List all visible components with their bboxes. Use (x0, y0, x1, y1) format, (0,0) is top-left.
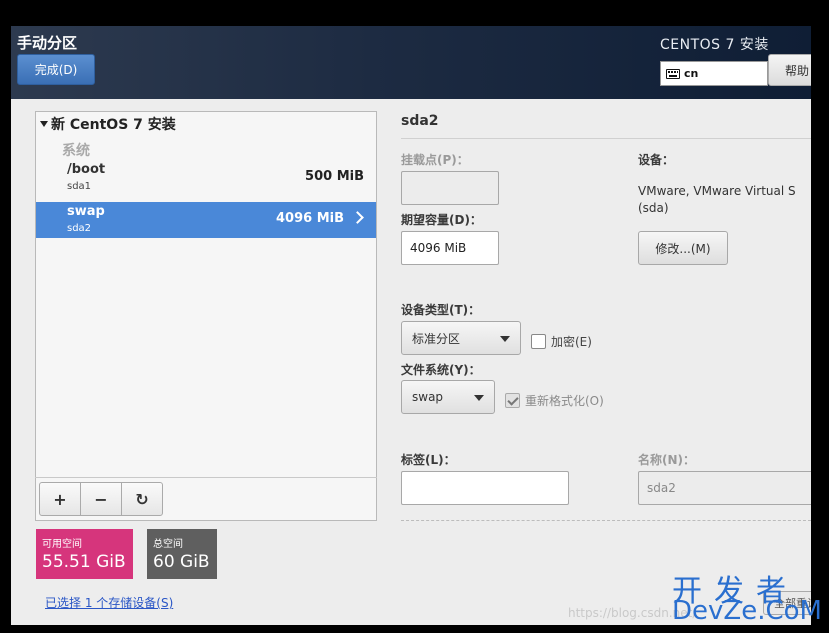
keyboard-layout-indicator[interactable]: cn (660, 61, 768, 86)
watermark-logo: 开发者 DevZe.CoM (672, 566, 822, 628)
modify-button[interactable]: 修改...(M) (638, 231, 728, 265)
add-partition-button[interactable]: + (39, 482, 81, 516)
total-space-badge: 总空间 60 GiB (147, 529, 217, 579)
partition-item-boot[interactable]: /boot sda1 500 MiB (36, 160, 376, 196)
filesystem-select[interactable]: swap (401, 380, 495, 414)
filesystem-value: swap (412, 390, 444, 404)
mount-point-input[interactable] (401, 171, 499, 205)
installer-screen: 手动分区 完成(D) CENTOS 7 安装 cn 帮助 新 CentOS 7 … (0, 0, 829, 633)
storage-devices-link[interactable]: 已选择 1 个存储设备(S) (45, 594, 173, 611)
remove-partition-button[interactable]: − (80, 482, 122, 516)
available-space-badge: 可用空间 55.51 GiB (36, 529, 133, 579)
tree-root-label: 新 CentOS 7 安装 (51, 117, 176, 133)
expand-triangle-icon (40, 121, 48, 127)
reformat-checkbox[interactable]: 重新格式化(O) (505, 392, 604, 409)
available-space-label: 可用空间 (42, 539, 82, 550)
partition-device: sda2 (67, 223, 92, 234)
reformat-label: 重新格式化(O) (525, 394, 604, 408)
capacity-input[interactable]: 4096 MiB (401, 231, 499, 265)
partition-size: 500 MiB (305, 169, 364, 184)
partition-size: 4096 MiB (275, 211, 344, 226)
reload-icon[interactable]: ↻ (121, 482, 163, 516)
dashed-divider (401, 520, 811, 521)
tree-group-label: 系统 (62, 143, 90, 159)
name-label: 名称(N)： (638, 453, 696, 467)
mount-point-label: 挂载点(P)： (401, 153, 469, 167)
capacity-label: 期望容量(D)： (401, 213, 482, 227)
help-button[interactable]: 帮助 (768, 54, 811, 86)
available-space-value: 55.51 GiB (42, 552, 126, 572)
dropdown-arrow-icon (500, 336, 510, 342)
encrypt-checkbox[interactable]: 加密(E) (531, 333, 592, 350)
page-title: 手动分区 (17, 34, 78, 52)
chevron-right-icon (351, 211, 364, 224)
device-type-select[interactable]: 标准分区 (401, 321, 521, 355)
header-bar: 手动分区 完成(D) CENTOS 7 安装 cn 帮助 (11, 26, 811, 99)
dropdown-arrow-icon (474, 395, 484, 401)
partition-mount: swap (67, 204, 105, 219)
device-label: 设备： (638, 153, 675, 167)
checkbox-box (531, 334, 546, 349)
encrypt-label: 加密(E) (551, 335, 592, 349)
total-space-value: 60 GiB (153, 552, 210, 572)
filesystem-label: 文件系统(Y)： (401, 363, 481, 377)
name-input[interactable]: sda2 (638, 471, 811, 505)
tag-input[interactable] (401, 471, 569, 505)
keyboard-layout-label: cn (684, 67, 699, 80)
divider (401, 138, 811, 139)
device-description: VMware, VMware Virtual S (sda) (638, 184, 796, 215)
checkbox-checked-icon (505, 393, 520, 408)
detail-title: sda2 (401, 113, 439, 129)
watermark-en: DevZe.CoM (672, 596, 822, 626)
partition-mount: /boot (67, 162, 106, 177)
product-title: CENTOS 7 安装 (660, 37, 769, 53)
partition-toolbar: + − ↻ (35, 477, 377, 521)
keyboard-icon (666, 68, 680, 79)
partition-device: sda1 (67, 181, 92, 192)
total-space-label: 总空间 (153, 539, 183, 550)
partition-item-swap[interactable]: swap sda2 4096 MiB (36, 202, 376, 238)
content-area: 新 CentOS 7 安装 系统 /boot sda1 500 MiB swap… (11, 99, 811, 625)
tree-root[interactable]: 新 CentOS 7 安装 (40, 114, 176, 134)
tag-label: 标签(L)： (401, 453, 456, 467)
device-type-value: 标准分区 (412, 331, 461, 346)
device-type-label: 设备类型(T)： (401, 303, 481, 317)
partition-tree: 新 CentOS 7 安装 系统 /boot sda1 500 MiB swap… (35, 111, 377, 521)
done-button[interactable]: 完成(D) (17, 54, 95, 85)
